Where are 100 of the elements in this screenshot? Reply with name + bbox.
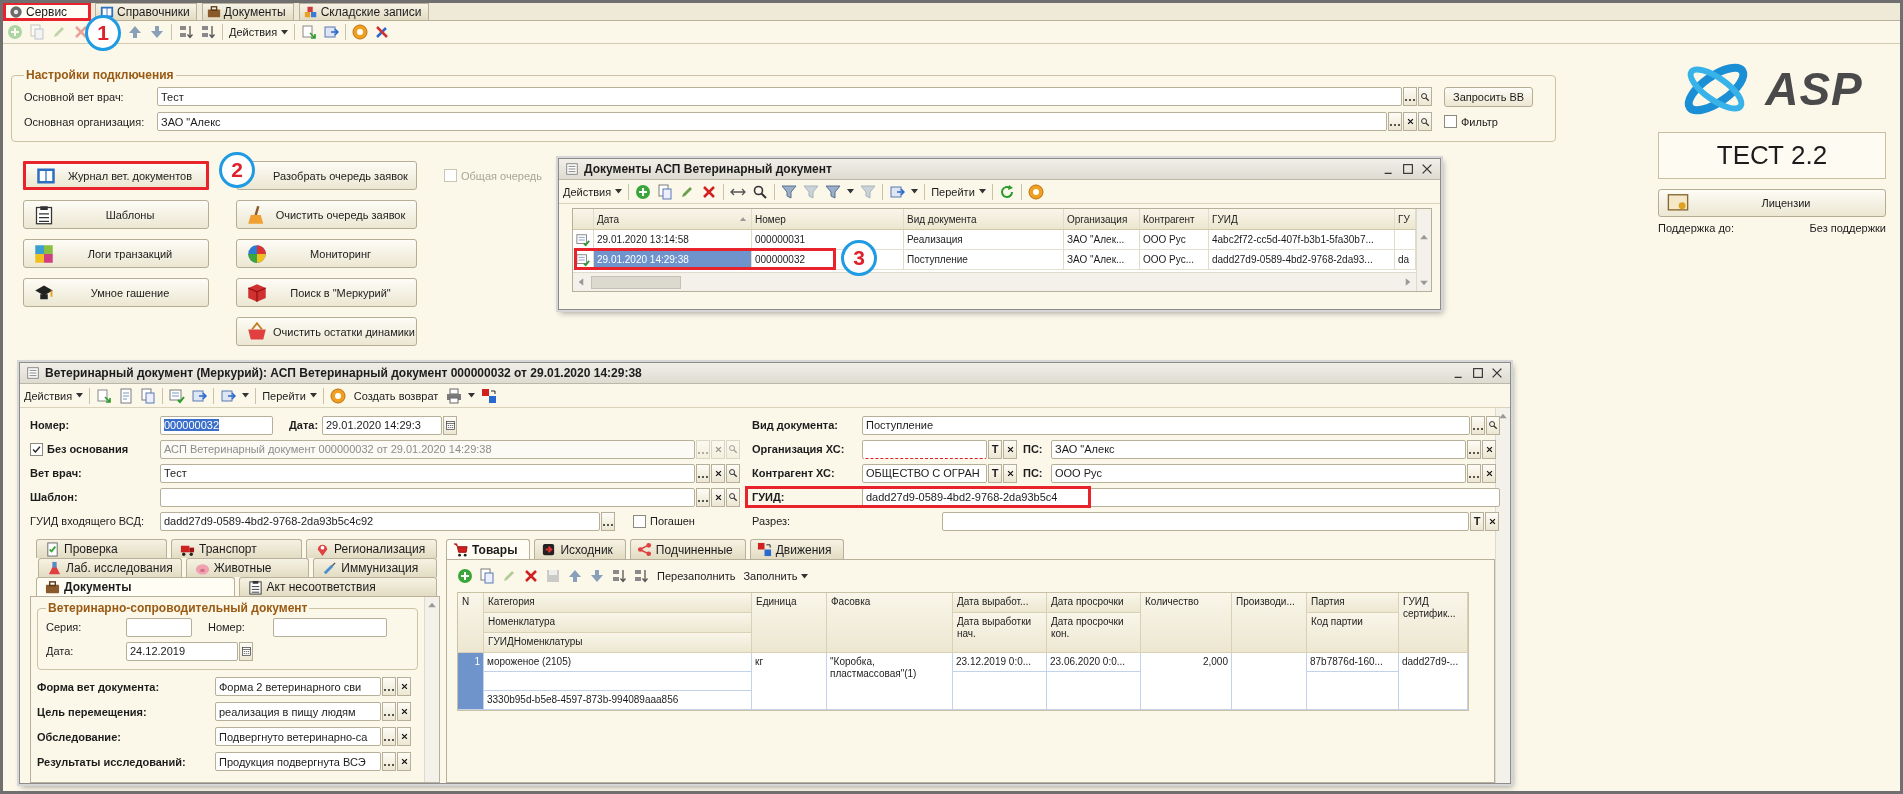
blocks-icon[interactable] [481,387,498,404]
tab[interactable]: Акт несоответствия [238,577,437,596]
text-field[interactable]: dadd27d9-0589-4bd2-9768-2da93b5c4c92 [160,511,600,531]
clear-button[interactable] [711,487,725,507]
tab[interactable]: Документы [201,3,294,20]
clear-button[interactable] [1482,463,1496,483]
button[interactable]: Шаблоны [23,200,209,229]
column-header[interactable]: ГУИД [1209,209,1395,229]
filter-icon[interactable] [825,183,842,200]
horizontal-scrollbar[interactable] [573,272,1416,291]
printer-icon[interactable] [446,387,463,404]
select-button[interactable] [1467,463,1481,483]
tab[interactable]: Проверка [36,539,167,558]
text-field[interactable]: ЗАО "Алекс [1051,439,1466,459]
clear-button[interactable] [711,463,725,483]
tab[interactable]: Иммунизация [313,558,437,577]
text-field[interactable]: Тест [157,87,1402,106]
clear-button[interactable] [1485,511,1499,531]
search-icon[interactable] [752,183,769,200]
text-field[interactable]: ЗАО "Алекс [157,112,1387,131]
clear-button[interactable] [1003,439,1017,459]
text-field[interactable] [160,487,695,507]
text-field[interactable]: Поступление [862,415,1470,435]
clear-button[interactable] [1003,463,1017,483]
select-button[interactable] [696,463,710,483]
caret-icon[interactable] [309,393,317,398]
copy-icon[interactable] [479,568,495,584]
tab[interactable]: Документы [36,577,235,596]
refill-button[interactable]: Перезаполнить [655,564,738,588]
sort-icon[interactable] [178,24,194,40]
search-button[interactable] [1486,415,1500,435]
copy-icon[interactable] [657,183,674,200]
add-icon[interactable] [635,183,652,200]
column-header[interactable]: Категория [484,593,752,613]
column-header[interactable]: Дата [594,209,752,229]
type-button[interactable]: T [988,439,1002,459]
checkbox[interactable] [1444,115,1457,128]
search-button[interactable] [726,487,740,507]
export-icon[interactable] [889,183,906,200]
caret-icon[interactable] [847,189,855,194]
select-button[interactable] [382,702,396,721]
text-field[interactable]: dadd27d9-0589-4bd2-9768-2da93b5c4 [862,487,1500,507]
text-field[interactable]: 000000032 [160,415,273,435]
tab[interactable]: Товары [446,539,531,559]
help-icon[interactable] [352,24,369,40]
arrow-down-icon[interactable] [149,24,165,40]
column-header[interactable]: Фасовка [827,593,953,653]
menu-button[interactable]: Заполнить [743,570,809,582]
search-button[interactable] [1418,112,1432,131]
menu-button[interactable]: Действия [24,389,84,402]
text-field[interactable] [862,439,987,459]
text-field[interactable] [126,617,192,637]
column-header[interactable]: Организация [1064,209,1140,229]
tab[interactable]: Сервис [4,3,90,20]
export-icon[interactable] [220,387,237,404]
text-field[interactable] [273,617,387,637]
caret-icon[interactable] [978,189,986,194]
column-header[interactable]: Количество [1141,593,1232,653]
column-header[interactable]: ГУИД сертифик... [1399,593,1468,653]
menu-button[interactable]: Перейти [931,185,986,198]
column-header[interactable]: Дата выработ... [953,593,1047,613]
text-field[interactable]: реализация в пищу людям [215,702,381,721]
select-button[interactable] [382,677,396,696]
select-button[interactable] [382,752,396,771]
clear-button[interactable] [1482,439,1496,459]
menu-button[interactable]: Действия [563,185,623,198]
menu-button[interactable]: Перейти [262,389,317,402]
search-button[interactable] [1418,87,1432,106]
column-header[interactable]: Контрагент [1140,209,1209,229]
checkbox[interactable] [30,442,43,456]
help-icon[interactable] [1027,183,1044,200]
caret-icon[interactable] [242,393,250,398]
button[interactable]: Мониторинг [236,239,417,268]
clear-button[interactable] [397,752,411,771]
column-header[interactable]: Дата выработки нач. [953,613,1047,653]
licenses-button[interactable]: Лицензии [1658,189,1886,217]
arrow-up-icon[interactable] [567,568,583,584]
vertical-scrollbar[interactable] [424,597,439,782]
select-button[interactable] [1467,439,1481,459]
sort-icon[interactable] [633,568,649,584]
refresh-icon[interactable] [998,183,1015,200]
button[interactable]: Очистить очередь заявок [236,200,417,229]
tab[interactable]: Животные [185,558,310,577]
return-button[interactable]: Создать возврат [351,385,441,406]
text-field[interactable] [942,511,1469,531]
button[interactable]: Журнал вет. документов [23,161,209,190]
caret-icon[interactable] [281,29,289,35]
text-field[interactable]: Форма 2 ветеринарного сви [215,677,381,696]
document-icon[interactable] [169,387,186,404]
checkbox[interactable] [633,514,646,528]
caret-icon[interactable] [801,573,809,579]
clear-button[interactable] [397,702,411,721]
text-field[interactable]: Подвергнуто ветеринарно-са [215,727,381,746]
calendar-button[interactable] [239,641,253,661]
arrow-up-icon[interactable] [127,24,143,40]
column-header[interactable]: Единица [752,593,827,653]
vertical-scrollbar[interactable] [1495,408,1510,783]
request-button[interactable]: Запросить ВВ [1444,86,1534,107]
button[interactable]: Поиск в "Меркурий" [236,278,417,307]
search-button[interactable] [726,463,740,483]
